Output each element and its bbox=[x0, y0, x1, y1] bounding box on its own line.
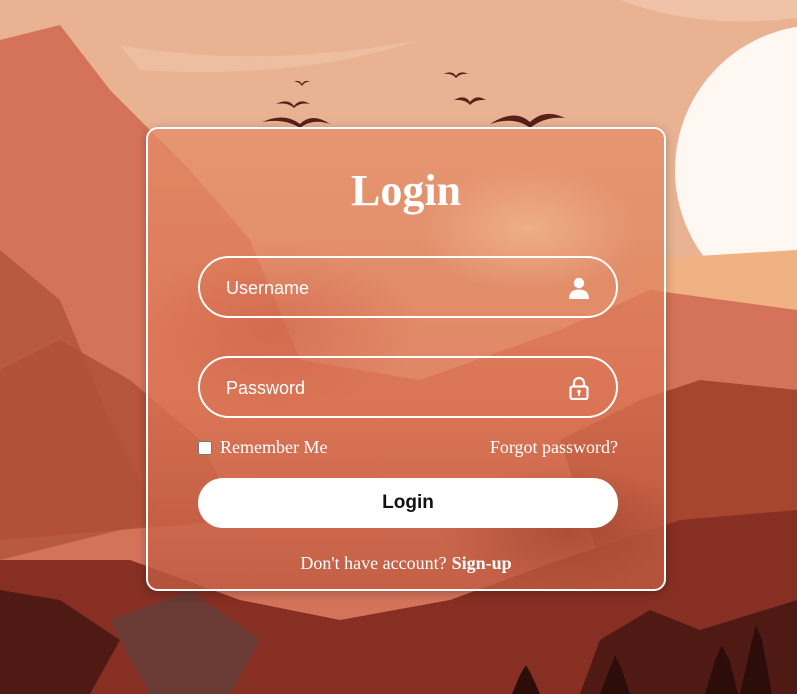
lock-icon bbox=[569, 376, 589, 400]
login-button[interactable]: Login bbox=[198, 478, 618, 528]
login-card: Login Remember Me Forgot password? Login… bbox=[146, 127, 666, 591]
username-input[interactable] bbox=[224, 258, 548, 318]
password-input[interactable] bbox=[224, 358, 548, 418]
username-field bbox=[198, 256, 618, 318]
remember-me: Remember Me bbox=[198, 437, 327, 458]
password-field bbox=[198, 356, 618, 418]
signup-prompt: Don't have account? bbox=[300, 553, 447, 573]
remember-me-label: Remember Me bbox=[220, 437, 328, 457]
remember-me-checkbox[interactable] bbox=[198, 440, 212, 455]
signup-row: Don't have account? Sign-up bbox=[148, 553, 664, 574]
login-options: Remember Me Forgot password? bbox=[198, 437, 618, 461]
user-icon bbox=[569, 277, 589, 299]
signup-link[interactable]: Sign-up bbox=[452, 553, 512, 573]
page-title: Login bbox=[350, 166, 462, 215]
forgot-password-link[interactable]: Forgot password? bbox=[490, 437, 618, 458]
